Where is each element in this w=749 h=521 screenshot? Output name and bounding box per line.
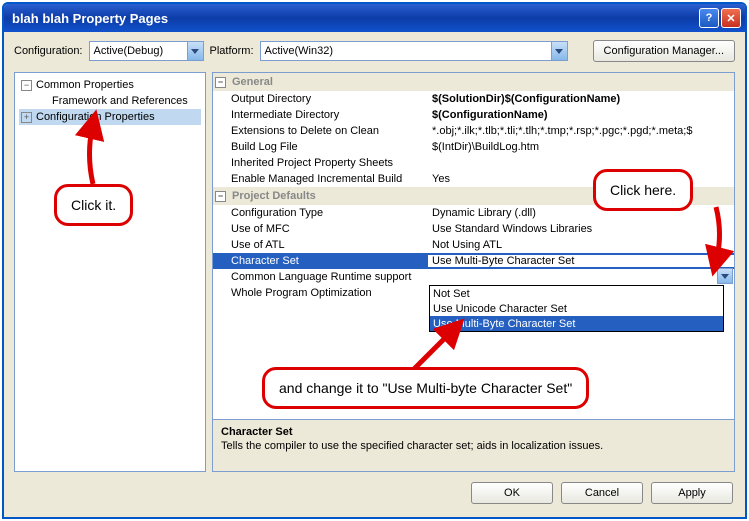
callout-change-multibyte: and change it to "Use Multi-byte Charact… <box>262 367 589 409</box>
callout-click-here: Click here. <box>593 169 693 211</box>
description-title: Character Set <box>221 426 726 438</box>
prop-use-of-atl[interactable]: Use of ATLNot Using ATL <box>213 237 734 253</box>
close-button[interactable]: ✕ <box>721 8 741 28</box>
minus-icon[interactable]: − <box>21 80 32 91</box>
configuration-value: Active(Debug) <box>90 45 187 57</box>
ok-button[interactable]: OK <box>471 482 553 504</box>
description-panel: Character Set Tells the compiler to use … <box>212 420 735 472</box>
arrow-icon <box>701 204 731 272</box>
minus-icon[interactable]: − <box>215 77 226 88</box>
help-icon: ? <box>706 12 713 24</box>
prop-extensions-delete-clean[interactable]: Extensions to Delete on Clean*.obj;*.ilk… <box>213 123 734 139</box>
window-title: blah blah Property Pages <box>12 11 699 26</box>
charset-dropdown[interactable]: Not Set Use Unicode Character Set Use Mu… <box>429 285 724 332</box>
configuration-label: Configuration: <box>14 45 83 57</box>
configuration-combo[interactable]: Active(Debug) <box>89 41 204 61</box>
platform-value: Active(Win32) <box>261 45 551 57</box>
titlebar[interactable]: blah blah Property Pages ? ✕ <box>4 4 745 32</box>
arrow-icon <box>78 119 108 192</box>
prop-build-log-file[interactable]: Build Log File$(IntDir)\BuildLog.htm <box>213 139 734 155</box>
chevron-down-icon <box>551 42 567 60</box>
plus-icon[interactable]: + <box>21 112 32 123</box>
callout-click-it: Click it. <box>54 184 133 226</box>
close-icon: ✕ <box>726 12 735 25</box>
property-tree[interactable]: −Common Properties Framework and Referen… <box>14 72 206 472</box>
prop-intermediate-directory[interactable]: Intermediate Directory$(ConfigurationNam… <box>213 107 734 123</box>
dropdown-option-multibyte[interactable]: Use Multi-Byte Character Set <box>430 316 723 331</box>
config-manager-button[interactable]: Configuration Manager... <box>593 40 735 62</box>
prop-output-directory[interactable]: Output Directory$(SolutionDir)$(Configur… <box>213 91 734 107</box>
description-text: Tells the compiler to use the specified … <box>221 440 726 452</box>
cancel-button[interactable]: Cancel <box>561 482 643 504</box>
platform-label: Platform: <box>210 45 254 57</box>
group-general[interactable]: −General <box>213 73 734 91</box>
prop-clr-support[interactable]: Common Language Runtime support <box>213 269 734 285</box>
chevron-down-icon <box>187 42 203 60</box>
platform-combo[interactable]: Active(Win32) <box>260 41 568 61</box>
dropdown-option-unicode[interactable]: Use Unicode Character Set <box>430 301 723 316</box>
minus-icon[interactable]: − <box>215 191 226 202</box>
dialog-footer: OK Cancel Apply <box>4 472 745 514</box>
tree-common-properties[interactable]: −Common Properties <box>19 77 201 93</box>
help-button[interactable]: ? <box>699 8 719 28</box>
tree-configuration-properties[interactable]: +Configuration Properties <box>19 109 201 125</box>
apply-button[interactable]: Apply <box>651 482 733 504</box>
prop-character-set[interactable]: Character SetUse Multi-Byte Character Se… <box>213 253 734 269</box>
property-pages-dialog: blah blah Property Pages ? ✕ Configurati… <box>2 2 747 519</box>
prop-use-of-mfc[interactable]: Use of MFCUse Standard Windows Libraries <box>213 221 734 237</box>
dropdown-option-not-set[interactable]: Not Set <box>430 286 723 301</box>
tree-framework-references[interactable]: Framework and References <box>19 93 201 109</box>
config-toolbar: Configuration: Active(Debug) Platform: A… <box>4 32 745 70</box>
